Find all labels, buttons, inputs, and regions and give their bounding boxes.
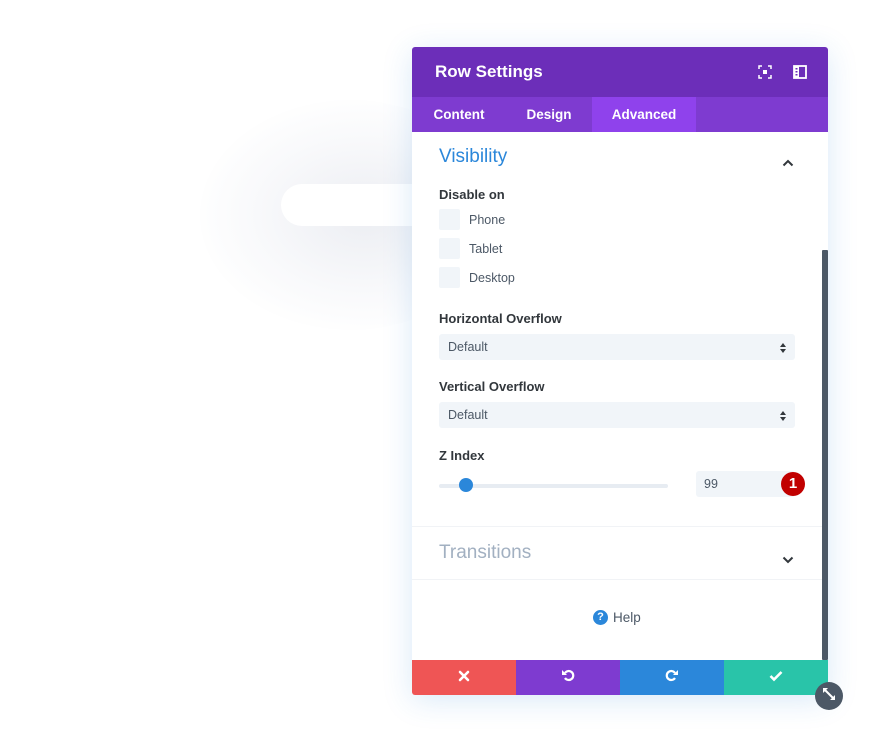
z-index-value: 99 — [704, 477, 718, 491]
vertical-overflow-label: Vertical Overflow — [439, 379, 545, 394]
select-arrows-icon — [780, 409, 786, 421]
split-view-icon[interactable] — [793, 65, 807, 79]
help-label: Help — [613, 610, 641, 626]
scrollbar[interactable] — [822, 250, 828, 660]
settings-content: Visibility Disable on Phone Tablet Deskt… — [412, 132, 828, 660]
visibility-section-title[interactable]: Visibility — [439, 146, 507, 168]
annotation-badge: 1 — [781, 472, 805, 496]
vertical-overflow-select[interactable]: Default — [439, 402, 795, 428]
disable-on-label: Disable on — [439, 187, 505, 202]
discard-button[interactable] — [412, 660, 516, 695]
chevron-up-icon[interactable] — [782, 154, 794, 167]
phone-label: Phone — [469, 213, 506, 227]
desktop-checkbox[interactable] — [439, 267, 460, 288]
horizontal-overflow-value: Default — [448, 340, 488, 354]
z-index-label: Z Index — [439, 448, 485, 463]
row-settings-modal: Row Settings Content Design Advanced Vis… — [412, 47, 843, 710]
help-link[interactable]: ? Help — [593, 609, 641, 629]
undo-button[interactable] — [516, 660, 620, 695]
phone-checkbox[interactable] — [439, 209, 460, 230]
close-icon — [458, 669, 470, 687]
select-arrows-icon — [780, 341, 786, 353]
horizontal-overflow-select[interactable]: Default — [439, 334, 795, 360]
help-icon: ? — [593, 610, 608, 626]
tab-advanced[interactable]: Advanced — [592, 97, 696, 132]
z-index-slider-thumb[interactable] — [459, 478, 474, 492]
redo-icon — [665, 668, 679, 687]
tablet-label: Tablet — [469, 242, 503, 256]
tab-content[interactable]: Content — [412, 97, 506, 132]
modal-header: Row Settings — [412, 47, 828, 97]
tab-design[interactable]: Design — [506, 97, 592, 132]
vertical-overflow-value: Default — [448, 408, 488, 422]
focus-icon[interactable] — [758, 65, 772, 79]
section-divider — [412, 526, 822, 527]
chevron-down-icon[interactable] — [782, 551, 794, 564]
redo-button[interactable] — [620, 660, 724, 695]
modal-title: Row Settings — [435, 62, 543, 81]
section-divider — [412, 579, 822, 580]
modal-footer — [412, 660, 828, 695]
horizontal-overflow-label: Horizontal Overflow — [439, 311, 562, 326]
tablet-checkbox[interactable] — [439, 238, 460, 259]
resize-icon — [822, 687, 836, 706]
tab-bar: Content Design Advanced — [412, 97, 828, 132]
check-icon — [769, 669, 783, 687]
transitions-section-title[interactable]: Transitions — [439, 542, 531, 564]
resize-handle[interactable] — [815, 682, 843, 710]
desktop-label: Desktop — [469, 271, 515, 285]
save-button[interactable] — [724, 660, 828, 695]
undo-icon — [561, 668, 575, 687]
z-index-slider-track[interactable] — [439, 484, 668, 488]
